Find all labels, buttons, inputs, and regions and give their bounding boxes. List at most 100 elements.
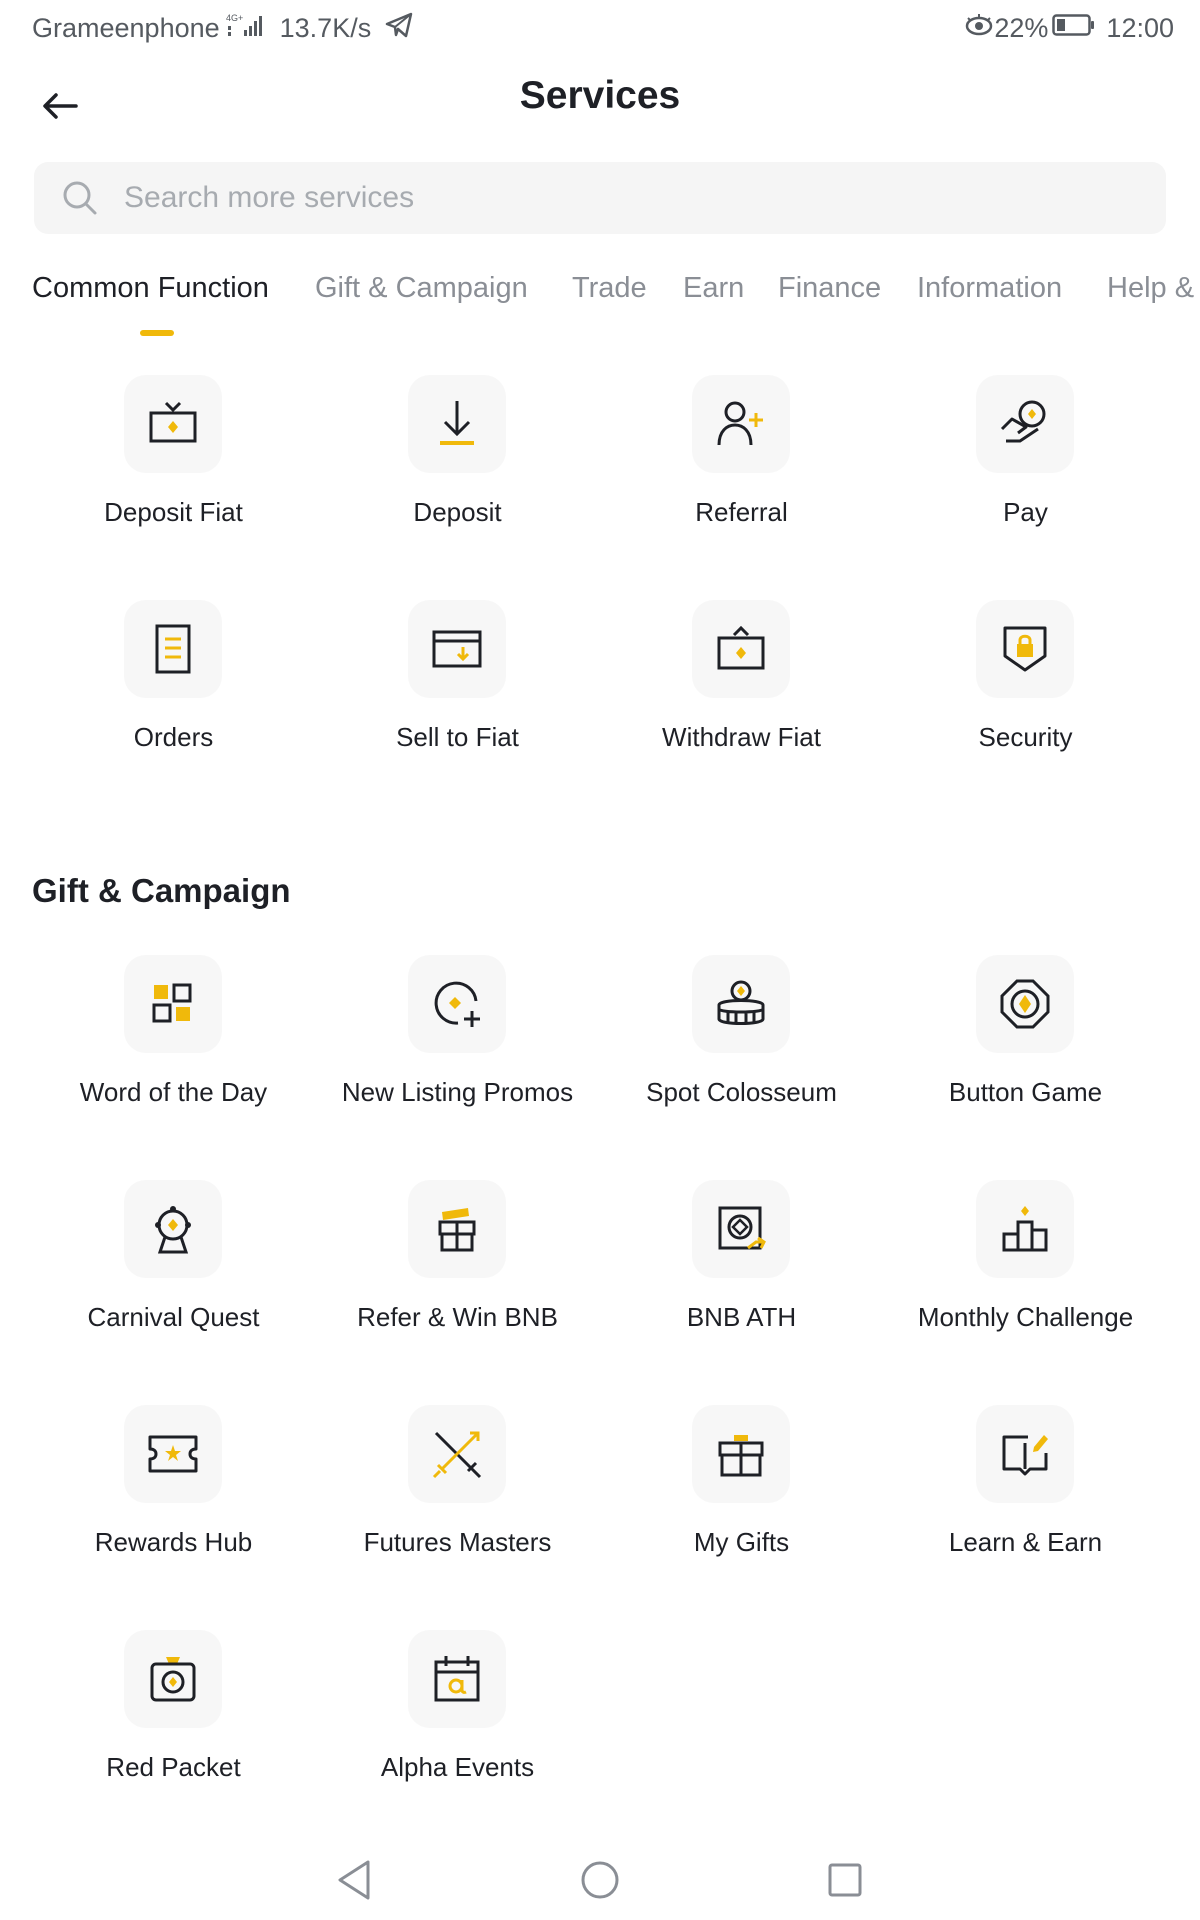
icon-tile bbox=[124, 1180, 222, 1278]
system-nav-bar bbox=[0, 1840, 1200, 1920]
service-rewards-hub[interactable]: Rewards Hub bbox=[31, 1405, 316, 1605]
tab-common-function[interactable]: Common Function bbox=[32, 272, 269, 305]
square-recents-icon bbox=[828, 1863, 862, 1897]
service-label: Button Game bbox=[948, 1077, 1103, 1107]
service-pay[interactable]: Pay bbox=[883, 375, 1168, 575]
status-bar: Grameenphone 4G+ 13.7K/s 22% 12:00 bbox=[0, 0, 1200, 56]
service-label: Sell to Fiat bbox=[396, 722, 519, 752]
service-bnb-ath[interactable]: BNB ATH bbox=[599, 1180, 884, 1380]
service-security[interactable]: Security bbox=[883, 600, 1168, 800]
learn-earn-icon bbox=[1002, 1435, 1048, 1476]
service-label: Deposit Fiat bbox=[104, 497, 243, 527]
icon-tile bbox=[408, 600, 506, 698]
icon-tile bbox=[976, 375, 1074, 473]
new-listing-promos-icon bbox=[434, 981, 480, 1027]
service-deposit[interactable]: Deposit bbox=[315, 375, 600, 575]
battery-icon bbox=[1052, 13, 1096, 44]
search-bar[interactable] bbox=[34, 162, 1166, 234]
service-word-of-the-day[interactable]: Word of the Day bbox=[31, 955, 316, 1155]
service-deposit-fiat[interactable]: Deposit Fiat bbox=[31, 375, 316, 575]
icon-tile bbox=[124, 1405, 222, 1503]
service-alpha-events[interactable]: Alpha Events bbox=[315, 1630, 600, 1830]
icon-tile bbox=[408, 375, 506, 473]
status-right: 22% 12:00 bbox=[964, 12, 1174, 45]
service-label: Spot Colosseum bbox=[646, 1077, 837, 1107]
icon-tile bbox=[976, 1405, 1074, 1503]
icon-tile bbox=[692, 375, 790, 473]
orders-icon bbox=[155, 624, 191, 674]
nav-recents-button[interactable] bbox=[815, 1850, 875, 1910]
icon-tile bbox=[692, 1180, 790, 1278]
tab-help[interactable]: Help & bbox=[1107, 272, 1194, 305]
service-orders[interactable]: Orders bbox=[31, 600, 316, 800]
red-packet-icon bbox=[150, 1657, 196, 1702]
status-left: Grameenphone 4G+ 13.7K/s bbox=[32, 12, 413, 45]
svg-text:4G+: 4G+ bbox=[226, 13, 243, 23]
refer-win-bnb-icon bbox=[438, 1208, 476, 1252]
icon-tile bbox=[408, 1405, 506, 1503]
service-label: New Listing Promos bbox=[341, 1077, 574, 1107]
service-label: Referral bbox=[695, 497, 788, 527]
service-futures-masters[interactable]: Futures Masters bbox=[315, 1405, 600, 1605]
service-label: Carnival Quest bbox=[87, 1302, 260, 1332]
active-tab-indicator bbox=[140, 330, 174, 336]
eye-comfort-icon bbox=[964, 12, 994, 45]
service-withdraw-fiat[interactable]: Withdraw Fiat bbox=[599, 600, 884, 800]
tab-gift-campaign[interactable]: Gift & Campaign bbox=[315, 272, 528, 305]
nav-home-button[interactable] bbox=[570, 1850, 630, 1910]
service-label: My Gifts bbox=[693, 1527, 790, 1557]
service-spot-colosseum[interactable]: Spot Colosseum bbox=[599, 955, 884, 1155]
deposit-icon bbox=[440, 401, 474, 445]
icon-tile bbox=[976, 600, 1074, 698]
service-referral[interactable]: Referral bbox=[599, 375, 884, 575]
page-title: Services bbox=[519, 74, 681, 117]
service-label: Withdraw Fiat bbox=[662, 722, 821, 752]
service-label: Alpha Events bbox=[380, 1752, 535, 1782]
tab-information[interactable]: Information bbox=[917, 272, 1062, 305]
carrier-name: Grameenphone bbox=[32, 13, 220, 43]
service-label: Deposit bbox=[413, 497, 502, 527]
monthly-challenge-icon bbox=[1002, 1206, 1048, 1252]
icon-tile bbox=[124, 375, 222, 473]
clock-time: 12:00 bbox=[1106, 13, 1174, 43]
service-learn-earn[interactable]: Learn & Earn bbox=[883, 1405, 1168, 1605]
icon-tile bbox=[124, 955, 222, 1053]
service-label: Rewards Hub bbox=[94, 1527, 253, 1557]
service-new-listing-promos[interactable]: New Listing Promos bbox=[315, 955, 600, 1155]
service-monthly-challenge[interactable]: Monthly Challenge bbox=[883, 1180, 1168, 1380]
carnival-quest-icon bbox=[155, 1206, 191, 1254]
header: Services bbox=[0, 56, 1200, 148]
service-label: Word of the Day bbox=[79, 1077, 268, 1107]
service-label: Pay bbox=[1003, 497, 1048, 527]
sell-to-fiat-icon bbox=[432, 630, 482, 668]
referral-icon bbox=[717, 401, 763, 446]
icon-tile bbox=[408, 1630, 506, 1728]
service-my-gifts[interactable]: My Gifts bbox=[599, 1405, 884, 1605]
futures-masters-icon bbox=[432, 1431, 482, 1479]
security-icon bbox=[1003, 626, 1047, 672]
pay-icon bbox=[1000, 400, 1046, 443]
deposit-fiat-icon bbox=[149, 401, 197, 443]
tab-earn[interactable]: Earn bbox=[683, 272, 744, 305]
service-carnival-quest[interactable]: Carnival Quest bbox=[31, 1180, 316, 1380]
service-refer-win-bnb[interactable]: Refer & Win BNB bbox=[315, 1180, 600, 1380]
icon-tile bbox=[124, 1630, 222, 1728]
service-button-game[interactable]: Button Game bbox=[883, 955, 1168, 1155]
tab-trade[interactable]: Trade bbox=[572, 272, 647, 305]
alpha-events-icon bbox=[434, 1656, 480, 1702]
signal-icon: 4G+ bbox=[226, 12, 266, 45]
service-red-packet[interactable]: Red Packet bbox=[31, 1630, 316, 1830]
search-input[interactable] bbox=[122, 180, 1126, 216]
icon-tile bbox=[692, 1405, 790, 1503]
service-sell-to-fiat[interactable]: Sell to Fiat bbox=[315, 600, 600, 800]
icon-tile bbox=[692, 600, 790, 698]
spot-colosseum-icon bbox=[717, 980, 765, 1025]
service-label: Red Packet bbox=[106, 1752, 241, 1782]
tab-finance[interactable]: Finance bbox=[778, 272, 881, 305]
icon-tile bbox=[124, 600, 222, 698]
my-gifts-icon bbox=[718, 1435, 764, 1477]
telegram-icon bbox=[385, 12, 413, 45]
category-tabs: Common Function Gift & Campaign Trade Ea… bbox=[0, 272, 1200, 342]
nav-back-button[interactable] bbox=[324, 1850, 384, 1910]
battery-percent: 22% bbox=[994, 13, 1049, 43]
